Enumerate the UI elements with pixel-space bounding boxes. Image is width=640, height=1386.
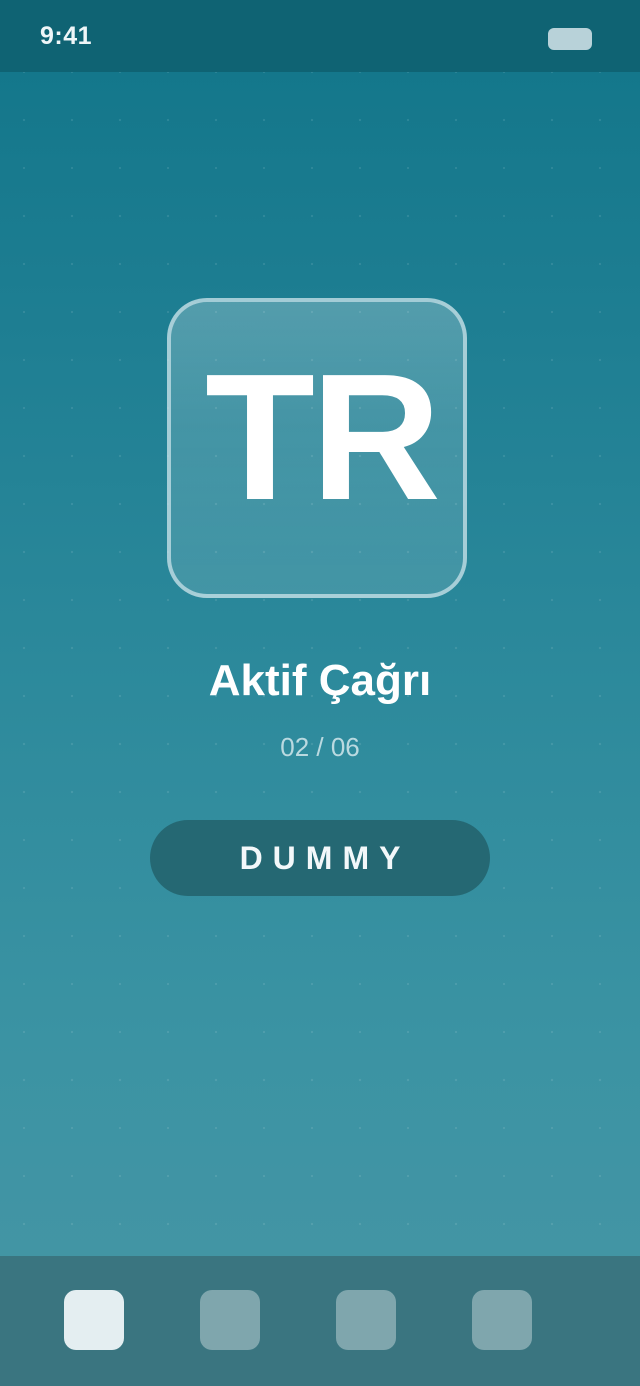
bottom-tab-bar bbox=[0, 1256, 640, 1386]
tab-icon-1[interactable] bbox=[64, 1290, 124, 1350]
battery-icon bbox=[548, 28, 592, 50]
logo-text: TR bbox=[205, 337, 441, 538]
page-counter: 02 / 06 bbox=[280, 732, 360, 762]
tab-icon-4[interactable] bbox=[472, 1290, 532, 1350]
dummy-button[interactable]: DUMMY bbox=[150, 820, 490, 896]
page-title: Aktif Çağrı bbox=[208, 656, 432, 705]
status-bar: 9:41 bbox=[0, 0, 640, 72]
status-time: 9:41 bbox=[40, 22, 93, 50]
tab-icon-3[interactable] bbox=[336, 1290, 396, 1350]
tab-icon-2[interactable] bbox=[200, 1290, 260, 1350]
logo-tile: TR bbox=[167, 298, 467, 598]
